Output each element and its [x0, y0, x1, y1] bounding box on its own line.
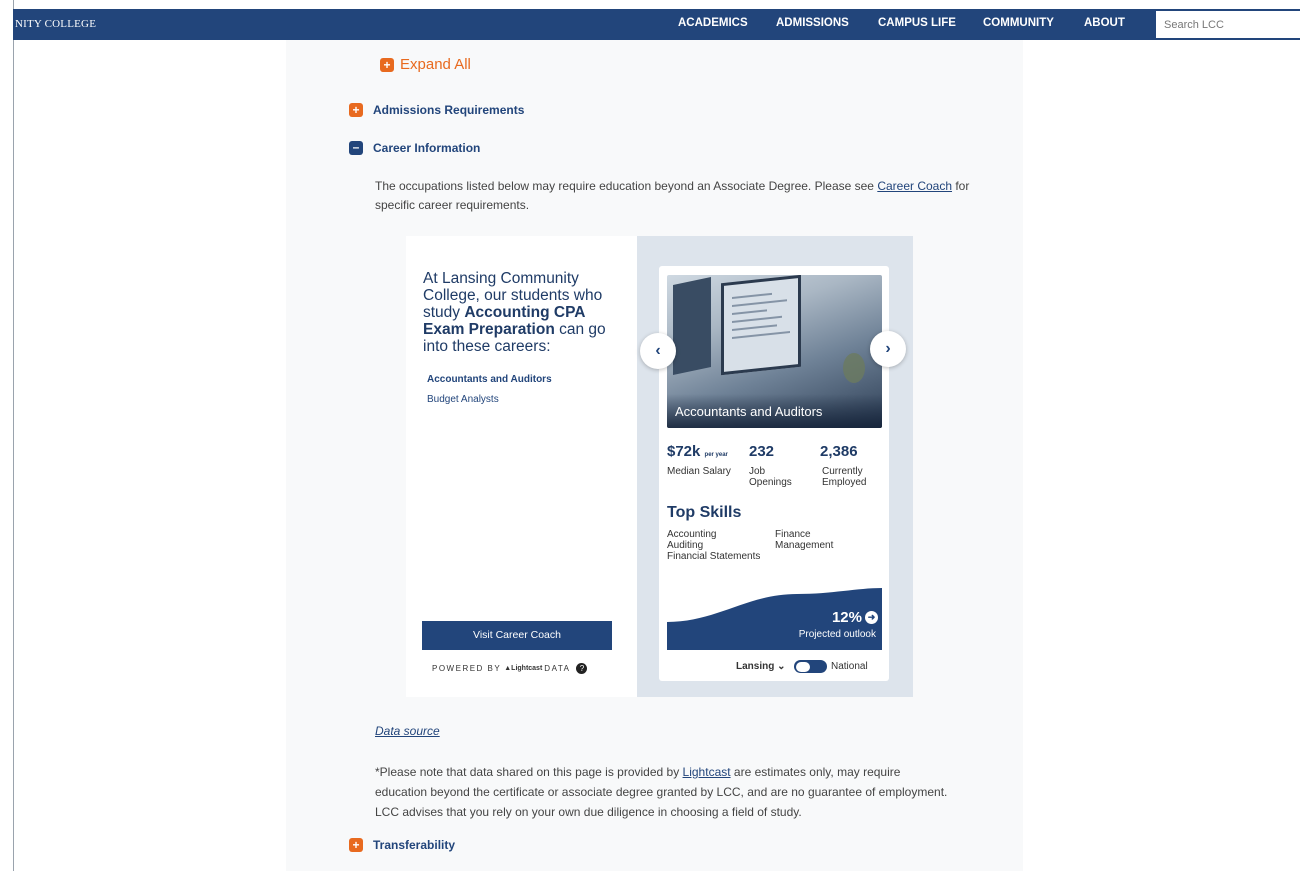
accordion-label: Transferability	[373, 838, 456, 852]
powered-by-lightcast: POWERED BY ▲Lightcast DATA ?	[432, 663, 588, 674]
salary: $72k	[667, 443, 701, 460]
search-input[interactable]	[1156, 11, 1300, 38]
minus-icon: –	[349, 141, 363, 155]
skill-item: Finance Management	[775, 529, 834, 551]
national-label: National	[831, 661, 868, 672]
chevron-right-icon: ›	[885, 340, 891, 357]
plus-icon: +	[349, 103, 363, 117]
accordion-career-information[interactable]: – Career Information	[349, 141, 480, 155]
text: *Please note that data shared on this pa…	[375, 765, 683, 779]
carousel-prev-button[interactable]: ‹	[640, 333, 676, 369]
median-salary-value: $72k per year	[667, 443, 728, 460]
plus-icon: +	[349, 838, 363, 852]
carousel-next-button[interactable]: ›	[870, 331, 906, 367]
career-card: Accountants and Auditors $72k per year 2…	[659, 266, 889, 681]
nav-campus-life[interactable]: CAMPUS LIFE	[878, 17, 956, 29]
accordion-label: Admissions Requirements	[373, 103, 525, 117]
skill-item: Financial Statements	[667, 551, 761, 562]
chevron-left-icon: ‹	[655, 342, 661, 359]
data-disclaimer-note: *Please note that data shared on this pa…	[375, 762, 955, 822]
nav-about[interactable]: ABOUT	[1084, 17, 1125, 29]
monitor-graphic	[721, 275, 801, 376]
widget-left-panel: At Lansing Community College, our studen…	[406, 236, 637, 697]
accordion-admissions-requirements[interactable]: + Admissions Requirements	[349, 103, 524, 117]
career-title: Accountants and Auditors	[675, 404, 823, 419]
expand-all-button[interactable]: + Expand All	[380, 56, 471, 73]
lightcast-logo: ▲Lightcast	[504, 665, 543, 672]
nav-community[interactable]: COMMUNITY	[983, 17, 1054, 29]
location-value: Lansing	[736, 661, 775, 672]
career-coach-link[interactable]: Career Coach	[877, 179, 952, 193]
top-navigation-bar: NITY COLLEGE ACADEMICS ADMISSIONS CAMPUS…	[13, 9, 1300, 40]
career-link-accountants[interactable]: Accountants and Auditors	[427, 374, 552, 385]
skill-item: Accounting	[667, 529, 717, 540]
job-openings-value: 232	[749, 443, 775, 460]
widget-intro-text: At Lansing Community College, our studen…	[423, 270, 623, 355]
college-logo-text[interactable]: NITY COLLEGE	[15, 18, 96, 30]
salary-unit: per year	[704, 452, 728, 458]
projected-outlook-panel[interactable]: 12% ➜ Projected outlook	[667, 588, 882, 650]
lightcast-link[interactable]: Lightcast	[683, 765, 731, 779]
outlook-percent: 12% ➜	[832, 609, 878, 626]
location-toggle-row: Lansing ⌄ National	[659, 659, 889, 677]
nav-admissions[interactable]: ADMISSIONS	[776, 17, 849, 29]
plus-icon: +	[380, 57, 394, 72]
career-photo: Accountants and Auditors	[667, 275, 882, 428]
outlook-label: Projected outlook	[798, 629, 876, 640]
accordion-label: Career Information	[373, 141, 481, 155]
expand-all-label: Expand All	[400, 56, 471, 73]
job-openings-label: Job Openings	[749, 466, 792, 488]
chevron-down-icon: ⌄	[777, 661, 786, 672]
lightcast-text: Lightcast	[511, 665, 543, 672]
median-salary-label: Median Salary	[667, 466, 731, 477]
toggle-knob	[796, 661, 810, 672]
currently-employed-label: Currently Employed	[822, 466, 867, 488]
main-content: + Expand All + Admissions Requirements –…	[286, 40, 1023, 871]
powered-by-text: POWERED BY	[432, 664, 502, 673]
window-left-edge	[13, 0, 14, 871]
monitor-graphic	[673, 276, 711, 376]
data-source-link[interactable]: Data source	[375, 724, 440, 738]
career-coach-widget: At Lansing Community College, our studen…	[406, 236, 913, 697]
career-link-budget-analysts[interactable]: Budget Analysts	[427, 394, 499, 405]
question-icon[interactable]: ?	[576, 663, 588, 674]
arrow-circle-icon: ➜	[865, 611, 878, 624]
text: The occupations listed below may require…	[375, 179, 878, 193]
currently-employed-value: 2,386	[820, 443, 858, 460]
plant-graphic	[843, 353, 865, 383]
top-skills-heading: Top Skills	[667, 504, 742, 521]
data-text: DATA	[544, 664, 571, 673]
skill-item: Auditing	[667, 540, 704, 551]
accordion-transferability[interactable]: + Transferability	[349, 838, 455, 852]
location-select[interactable]: Lansing ⌄	[736, 661, 786, 672]
visit-career-coach-button[interactable]: Visit Career Coach	[422, 621, 612, 650]
nav-academics[interactable]: ACADEMICS	[678, 17, 748, 29]
career-intro-text: The occupations listed below may require…	[375, 177, 975, 215]
lansing-national-toggle[interactable]	[794, 660, 827, 673]
percent: 12%	[831, 609, 862, 626]
